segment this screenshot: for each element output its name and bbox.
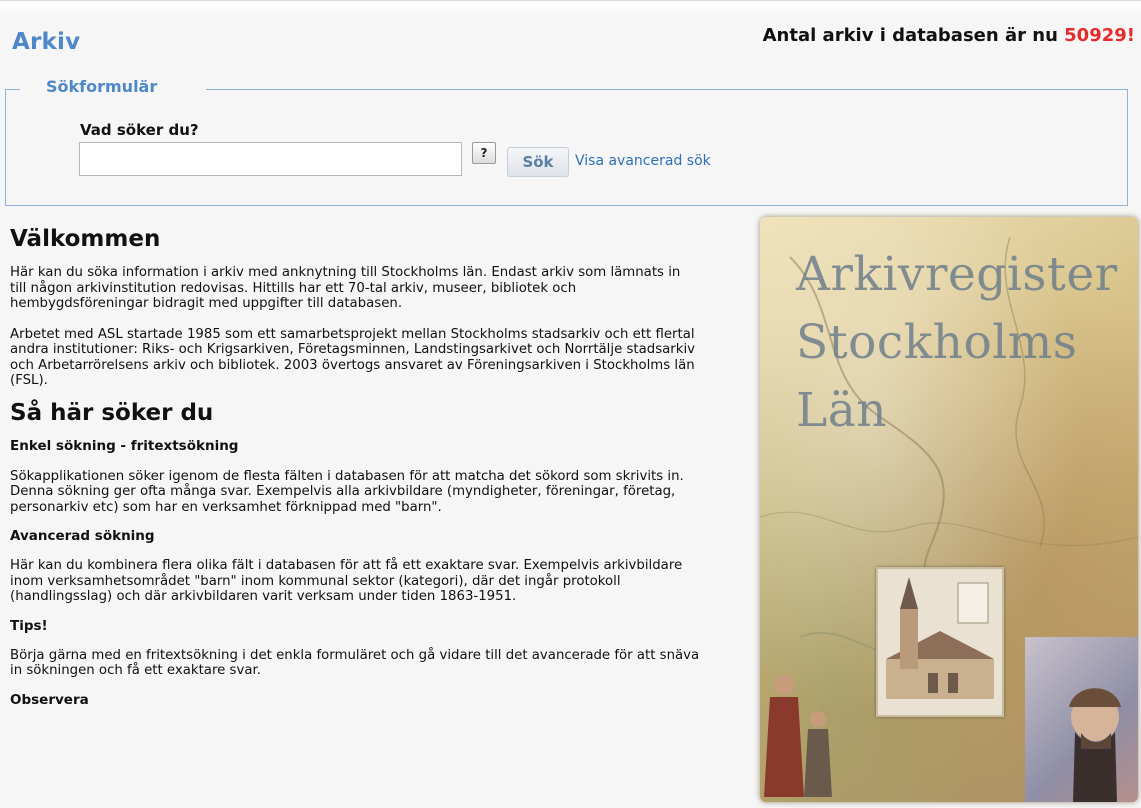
portrait-icon bbox=[1069, 688, 1121, 802]
welcome-paragraph-2: Arbetet med ASL startade 1985 som ett sa… bbox=[10, 326, 696, 389]
howto-heading: Så här söker du bbox=[10, 399, 214, 426]
welcome-heading: Välkommen bbox=[10, 226, 161, 252]
search-form: Sökformulär Vad söker du? ? Sök Visa ava… bbox=[5, 77, 1128, 206]
page: Arkiv Antal arkiv i databasen är nu 5092… bbox=[0, 0, 1141, 808]
advanced-search-heading: Avancerad sökning bbox=[10, 528, 155, 544]
top-shadow bbox=[0, 1, 1141, 15]
church-icon bbox=[886, 577, 994, 699]
search-label: Vad söker du? bbox=[80, 121, 199, 139]
image-title-line-1: Arkivregister bbox=[796, 247, 1118, 302]
welcome-paragraph-1: Här kan du söka information i arkiv med … bbox=[10, 265, 681, 311]
search-form-legend: Sökformulär bbox=[44, 77, 160, 96]
image-title-line-2: Stockholms bbox=[796, 315, 1078, 370]
archive-count-label: Antal arkiv i databasen är nu bbox=[762, 25, 1065, 46]
advanced-search-link[interactable]: Visa avancerad sök bbox=[575, 153, 711, 169]
archive-count-value: 50929! bbox=[1064, 25, 1135, 46]
observe-heading: Observera bbox=[10, 691, 89, 708]
archive-count: Antal arkiv i databasen är nu 50929! bbox=[763, 25, 1135, 46]
search-input[interactable] bbox=[79, 142, 462, 176]
portrait-illustration bbox=[1025, 637, 1138, 802]
image-title-line-3: Län bbox=[796, 383, 888, 438]
fieldset-border-left bbox=[6, 89, 20, 90]
fieldset-border-right bbox=[206, 89, 1127, 90]
church-illustration bbox=[876, 567, 1004, 717]
simple-search-text: Sökapplikationen söker igenom de flesta … bbox=[10, 468, 684, 515]
archive-register-image: Arkivregister Stockholms Län bbox=[760, 217, 1138, 802]
simple-search-heading: Enkel sökning - fritextsökning bbox=[10, 437, 239, 454]
help-button[interactable]: ? bbox=[472, 142, 496, 164]
page-title: Arkiv bbox=[12, 29, 81, 55]
main-content: Välkommen Här kan du söka information i … bbox=[10, 225, 700, 708]
search-button[interactable]: Sök bbox=[507, 147, 569, 177]
tips-heading: Tips! bbox=[10, 617, 48, 634]
advanced-search-text: Här kan du kombinera flera olika fält i … bbox=[10, 558, 683, 604]
tips-text: Börja gärna med en fritextsökning i det … bbox=[10, 647, 700, 679]
figures-illustration bbox=[764, 675, 832, 797]
